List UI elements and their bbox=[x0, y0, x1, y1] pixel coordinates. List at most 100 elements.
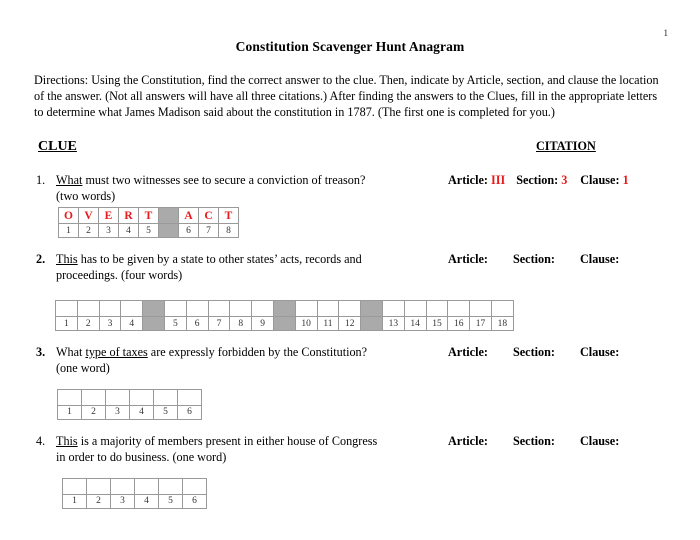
answer-grid-letter-cell[interactable]: R bbox=[118, 207, 139, 225]
answer-grid-letter-cell[interactable] bbox=[110, 477, 135, 495]
answer-grid-letter-cell[interactable] bbox=[403, 300, 427, 318]
answer-grid-letter-cell[interactable]: A bbox=[178, 207, 199, 225]
clue-text-line2: (two words) bbox=[56, 188, 116, 203]
answer-grid-number-cell: 3 bbox=[98, 223, 119, 239]
citation-group: Article: Section: Clause: bbox=[448, 434, 630, 449]
answer-grid-letter-cell[interactable] bbox=[153, 388, 178, 406]
citation-section-value[interactable]: 3 bbox=[561, 173, 569, 188]
answer-grid-letter-cell[interactable] bbox=[76, 300, 100, 318]
answer-grid-letter-cell[interactable]: T bbox=[218, 207, 239, 225]
answer-grid-number-cell: 8 bbox=[218, 223, 239, 239]
answer-grid-letter-cell[interactable]: E bbox=[98, 207, 119, 225]
answer-grid-letter-cell[interactable] bbox=[316, 300, 340, 318]
clue-text-line2: in order to do business. (one word) bbox=[56, 449, 227, 464]
answer-grid-number-cell: 3 bbox=[105, 404, 130, 420]
answer-grid-letter-cell[interactable] bbox=[294, 300, 318, 318]
answer-grid-number-cell: 1 bbox=[57, 404, 82, 420]
answer-grid-number-cell: 3 bbox=[98, 316, 122, 332]
answer-grid-letter-cell[interactable] bbox=[134, 477, 159, 495]
answer-grid-letter-cell[interactable] bbox=[185, 300, 209, 318]
clue-text-line2: proceedings. (four words) bbox=[56, 268, 183, 283]
answer-grid-number-row: 123456 bbox=[57, 404, 202, 420]
answer-grid-word-separator bbox=[272, 300, 296, 318]
answer-grid-letter-cell[interactable] bbox=[177, 388, 202, 406]
answer-grid-number-cell: 2 bbox=[76, 316, 100, 332]
answer-grid-wrapper: 1 2 3 4 5 6 7 8 9 10 11 12 13 14 15 16 17 18 bbox=[55, 300, 666, 332]
answer-grid-letter-cell[interactable] bbox=[129, 388, 154, 406]
answer-grid-letter-cell[interactable] bbox=[469, 300, 492, 318]
clue-keyword: This bbox=[56, 252, 78, 267]
answer-grid-letter-cell[interactable] bbox=[55, 300, 78, 318]
answer-grid-letter-row bbox=[57, 388, 202, 406]
question-block: 2. This has to be given by a state to oth… bbox=[34, 252, 666, 332]
answer-grid-letter-cell[interactable] bbox=[120, 300, 144, 318]
answer-grid-letter-cell[interactable] bbox=[105, 388, 130, 406]
answer-grid-letter-cell[interactable] bbox=[425, 300, 449, 318]
citation-article-label: Article: bbox=[448, 172, 488, 187]
answer-grid-letter-cell[interactable]: C bbox=[198, 207, 219, 225]
clue-keyword: type of taxes bbox=[85, 345, 148, 360]
answer-grid-letter-cell[interactable]: T bbox=[138, 207, 159, 225]
answer-grid-letter-cell[interactable] bbox=[57, 388, 82, 406]
citation-section-label: Section: bbox=[512, 252, 555, 267]
answer-grid-number-cell: 12 bbox=[338, 316, 362, 332]
answer-grid-letter-cell[interactable] bbox=[182, 477, 207, 495]
answer-grid-letter-row bbox=[62, 477, 207, 495]
answer-grid-letter-cell[interactable]: V bbox=[78, 207, 99, 225]
answer-grid-number-row: 1 2 3 4 5 6 7 8 9 10 11 12 13 14 15 16 17 18 bbox=[55, 316, 514, 332]
answer-grid-letter-cell[interactable] bbox=[490, 300, 514, 318]
answer-grid-letter-cell[interactable] bbox=[229, 300, 253, 318]
answer-grid-letter-cell[interactable] bbox=[86, 477, 111, 495]
citation-group: Article: Section: Clause: bbox=[448, 252, 630, 267]
citation-section-label: Section: bbox=[516, 172, 559, 187]
answer-grid-letter-cell[interactable] bbox=[62, 477, 87, 495]
question-number: 4. bbox=[36, 433, 46, 448]
answer-grid-letter-cell[interactable] bbox=[98, 300, 122, 318]
answer-grid-word-separator bbox=[360, 300, 383, 318]
answer-grid-letter-cell[interactable] bbox=[158, 477, 183, 495]
answer-grid-letter-cell[interactable] bbox=[251, 300, 274, 318]
clue-text: This is a majority of members present in… bbox=[56, 433, 378, 464]
answer-grid-number-cell: 9 bbox=[251, 316, 274, 332]
answer-grid-number-cell: 2 bbox=[78, 223, 99, 239]
citation-clause-value[interactable]: 1 bbox=[623, 173, 631, 188]
answer-grid-wrapper: 123456 bbox=[62, 477, 666, 509]
citation-section: Section: bbox=[513, 345, 566, 360]
citation-article: Article: bbox=[448, 434, 499, 449]
answer-grid-letter-cell[interactable] bbox=[447, 300, 471, 318]
worksheet-page: 1 Constitution Scavenger Hunt Anagram Di… bbox=[0, 0, 700, 540]
page-title: Constitution Scavenger Hunt Anagram bbox=[235, 39, 465, 54]
answer-grid-number-cell: 13 bbox=[381, 316, 405, 332]
clue-text-line2: (one word) bbox=[56, 360, 110, 375]
citation-article: Article: III bbox=[448, 173, 505, 188]
column-headings-row: CLUE CITATION bbox=[34, 139, 666, 159]
citation-clause-label: Clause: bbox=[580, 172, 620, 187]
page-number: 1 bbox=[663, 28, 669, 38]
answer-grid: 1 2 3 4 5 6 7 8 9 10 11 12 13 14 15 16 17 18 bbox=[55, 300, 514, 332]
clue-text: This has to be given by a state to other… bbox=[56, 252, 362, 283]
citation-article: Article: bbox=[448, 252, 499, 267]
citation-clause-label: Clause: bbox=[580, 433, 620, 448]
answer-grid-letter-cell[interactable] bbox=[338, 300, 362, 318]
answer-grid-letter-cell[interactable] bbox=[381, 300, 405, 318]
answer-grid-number-cell: 8 bbox=[229, 316, 253, 332]
answer-grid: 123456 bbox=[62, 477, 207, 509]
answer-grid-wrapper: 123456 bbox=[57, 388, 666, 420]
citation-section-label: Section: bbox=[512, 433, 555, 448]
answer-grid-word-separator bbox=[142, 300, 165, 318]
answer-grid-number-cell: 4 bbox=[118, 223, 139, 239]
answer-grid-letter-cell[interactable]: O bbox=[58, 207, 79, 225]
citation-article: Article: bbox=[448, 345, 499, 360]
answer-grid-letter-cell[interactable] bbox=[163, 300, 187, 318]
answer-grid-letter-cell[interactable] bbox=[81, 388, 106, 406]
answer-grid-letter-cell[interactable] bbox=[207, 300, 231, 318]
citation-article-value[interactable]: III bbox=[491, 173, 505, 188]
citation-section: Section: 3 bbox=[516, 173, 569, 188]
answer-grid-number-cell: 5 bbox=[153, 404, 178, 420]
answer-grid-word-separator bbox=[360, 316, 383, 332]
citation-group: Article: III Section: 3 Clause: 1 bbox=[448, 173, 631, 188]
answer-grid-number-cell: 6 bbox=[178, 223, 199, 239]
question-number: 1. bbox=[36, 172, 46, 187]
answer-grid-number-cell: 6 bbox=[177, 404, 202, 420]
answer-grid-number-cell: 1 bbox=[55, 316, 78, 332]
